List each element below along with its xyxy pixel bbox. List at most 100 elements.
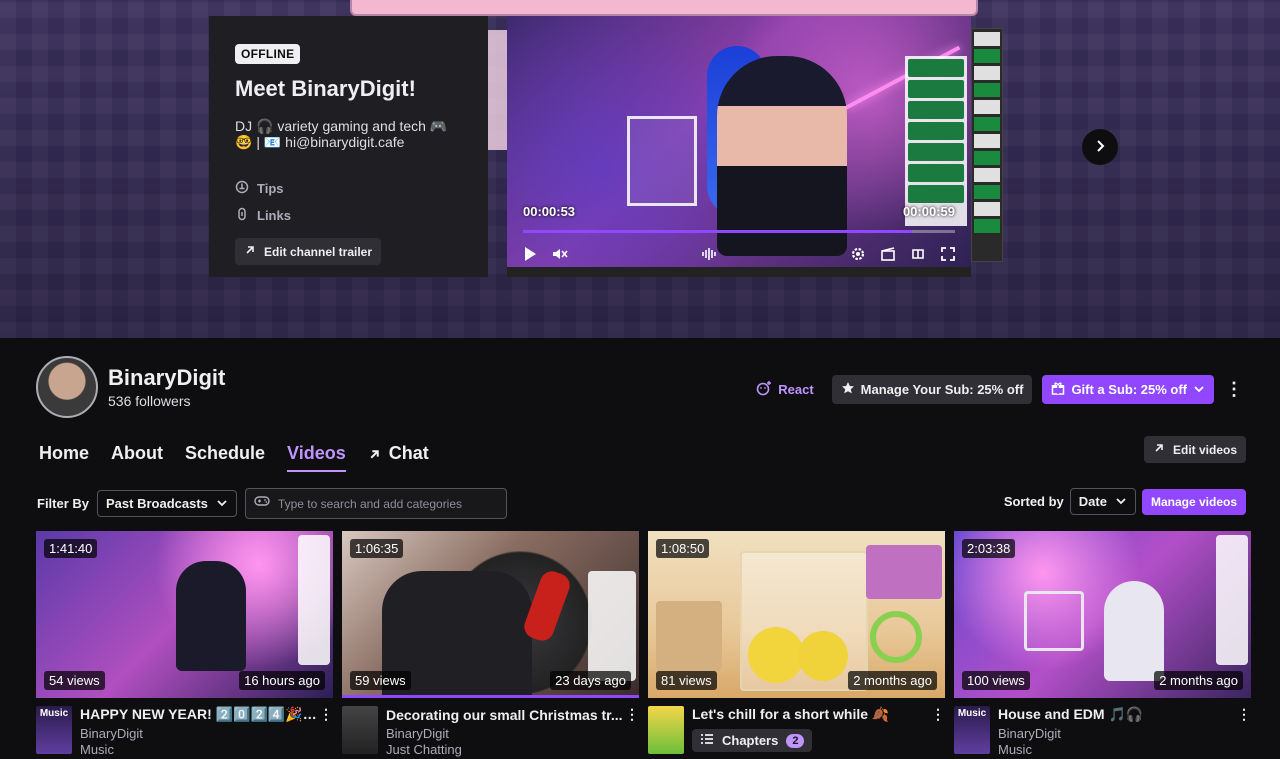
links-link[interactable]: Links xyxy=(235,207,462,224)
trailer-links: Tips Links xyxy=(235,180,462,224)
sort-value: Date xyxy=(1078,494,1107,509)
video-shelf xyxy=(627,116,697,206)
edit-channel-trailer-label: Edit channel trailer xyxy=(264,244,373,259)
filter-label: Filter By xyxy=(37,496,90,511)
clip-icon[interactable] xyxy=(879,245,897,263)
links-label: Links xyxy=(257,208,291,223)
tab-chat-label: Chat xyxy=(388,443,429,463)
video-card[interactable]: 1:41:40 54 views 16 hours ago Music HAPP… xyxy=(36,531,333,757)
player-controls xyxy=(507,241,971,267)
star-icon xyxy=(841,381,855,398)
tab-chat[interactable]: Chat xyxy=(368,443,429,472)
video-duration: 2:03:38 xyxy=(962,539,1016,558)
video-channel[interactable]: BinaryDigit xyxy=(80,726,333,741)
mute-icon[interactable] xyxy=(551,245,569,263)
sort-select[interactable]: Date xyxy=(1069,488,1136,515)
video-category[interactable]: Music xyxy=(80,742,333,757)
video-channel[interactable]: BinaryDigit xyxy=(998,726,1251,741)
video-duration: 1:08:50 xyxy=(656,539,710,558)
video-category[interactable]: Just Chatting xyxy=(386,742,639,757)
tips-label: Tips xyxy=(257,181,284,196)
video-frame xyxy=(507,16,971,277)
category-box-art[interactable]: Music xyxy=(954,706,990,754)
video-age: 23 days ago xyxy=(550,671,631,690)
total-duration: 00:00:59 xyxy=(902,204,955,219)
edit-videos-label: Edit videos xyxy=(1172,442,1237,457)
edit-channel-trailer-button[interactable]: Edit channel trailer xyxy=(235,238,382,265)
more-options-button[interactable]: ⋮ xyxy=(1224,379,1244,400)
channel-banner: OFFLINE Meet BinaryDigit! DJ 🎧 variety g… xyxy=(0,0,1280,338)
broadcast-type-value: Past Broadcasts xyxy=(106,496,208,511)
chapters-button[interactable]: Chapters 2 xyxy=(692,729,813,752)
gift-sub-button[interactable]: Gift a Sub: 25% off xyxy=(1042,375,1214,404)
video-thumbnail[interactable]: 2:03:38 100 views 2 months ago xyxy=(954,531,1251,698)
video-thumbnail[interactable]: 1:06:35 59 views 23 days ago xyxy=(342,531,639,698)
channel-name: BinaryDigit xyxy=(108,365,226,390)
theatre-mode-icon[interactable] xyxy=(909,245,927,263)
trailer-description: DJ 🎧 variety gaming and tech 🎮🤓 | 📧 hi@b… xyxy=(235,118,448,150)
tips-link[interactable]: Tips xyxy=(235,180,462,197)
filter-bar: Filter By Past Broadcasts xyxy=(37,488,507,519)
trailer-video-player[interactable]: 00:00:53 00:00:59 xyxy=(507,16,971,277)
video-title[interactable]: HAPPY NEW YEAR! 2️⃣0️⃣2️⃣4️⃣🎉 !tra... xyxy=(80,706,319,723)
video-meta: Music House and EDM 🎵🎧 ⋮ BinaryDigit Mus… xyxy=(954,706,1251,757)
edit-videos-button[interactable]: Edit videos xyxy=(1143,436,1246,463)
gamepad-icon xyxy=(254,494,270,513)
banner-chat-overlay xyxy=(971,28,1003,262)
channel-header: BinaryDigit 536 followers xyxy=(36,356,225,418)
settings-gear-icon[interactable] xyxy=(849,245,867,263)
kebab-menu-icon[interactable]: ⋮ xyxy=(1237,706,1251,723)
video-taskbar xyxy=(507,267,971,277)
video-title[interactable]: Let's chill for a short while 🍂 xyxy=(692,706,931,723)
chevron-down-icon[interactable] xyxy=(1193,382,1205,397)
play-icon[interactable] xyxy=(521,245,539,263)
trailer-info-card: OFFLINE Meet BinaryDigit! DJ 🎧 variety g… xyxy=(209,16,488,277)
category-box-art[interactable] xyxy=(342,706,378,754)
manage-sub-button[interactable]: Manage Your Sub: 25% off xyxy=(831,375,1033,404)
category-box-art[interactable]: Music xyxy=(36,706,72,754)
react-button[interactable]: React xyxy=(748,374,821,405)
video-chat-overlay xyxy=(905,56,967,226)
seek-bar-fill xyxy=(523,230,912,233)
arrow-up-right-icon xyxy=(1153,442,1165,457)
tab-videos[interactable]: Videos xyxy=(287,443,346,472)
kebab-menu-icon[interactable]: ⋮ xyxy=(319,706,333,723)
video-age: 16 hours ago xyxy=(239,671,325,690)
manage-videos-button[interactable]: Manage videos xyxy=(1141,488,1246,515)
link-icon xyxy=(235,207,249,224)
category-art-label: Music xyxy=(39,708,69,719)
external-link-icon xyxy=(368,443,381,466)
tab-home[interactable]: Home xyxy=(39,443,89,472)
video-card[interactable]: 2:03:38 100 views 2 months ago Music Hou… xyxy=(954,531,1251,757)
tab-schedule[interactable]: Schedule xyxy=(185,443,265,472)
fullscreen-icon[interactable] xyxy=(939,245,957,263)
broadcast-type-select[interactable]: Past Broadcasts xyxy=(97,490,237,517)
kebab-menu-icon[interactable]: ⋮ xyxy=(931,706,945,723)
watch-progress-bar xyxy=(342,695,639,698)
video-card[interactable]: 1:08:50 81 views 2 months ago Let's chil… xyxy=(648,531,945,757)
avatar[interactable] xyxy=(36,356,98,418)
follower-count: 536 followers xyxy=(108,393,191,409)
arrow-up-right-icon xyxy=(244,244,256,259)
list-icon xyxy=(700,733,714,748)
video-thumbnail[interactable]: 1:08:50 81 views 2 months ago xyxy=(648,531,945,698)
seek-bar[interactable] xyxy=(523,230,955,233)
carousel-next-button[interactable] xyxy=(1082,129,1118,165)
tab-about[interactable]: About xyxy=(111,443,163,472)
trailer-title: Meet BinaryDigit! xyxy=(235,76,416,101)
react-icon xyxy=(756,380,772,399)
video-title[interactable]: Decorating our small Christmas tr... xyxy=(386,707,625,723)
video-title[interactable]: House and EDM 🎵🎧 xyxy=(998,706,1237,723)
kebab-menu-icon[interactable]: ⋮ xyxy=(625,706,639,723)
video-channel[interactable]: BinaryDigit xyxy=(386,726,639,741)
category-box-art[interactable] xyxy=(648,706,684,754)
video-category[interactable]: Music xyxy=(998,742,1251,757)
video-thumbnail[interactable]: 1:41:40 54 views 16 hours ago xyxy=(36,531,333,698)
category-search-input[interactable] xyxy=(277,496,498,511)
video-age: 2 months ago xyxy=(848,671,937,690)
chevron-right-icon xyxy=(1094,137,1106,158)
category-search-field[interactable] xyxy=(244,488,507,519)
chevron-down-icon xyxy=(216,496,228,511)
current-time: 00:00:53 xyxy=(523,204,576,219)
video-card[interactable]: 1:06:35 59 views 23 days ago Decorating … xyxy=(342,531,639,757)
